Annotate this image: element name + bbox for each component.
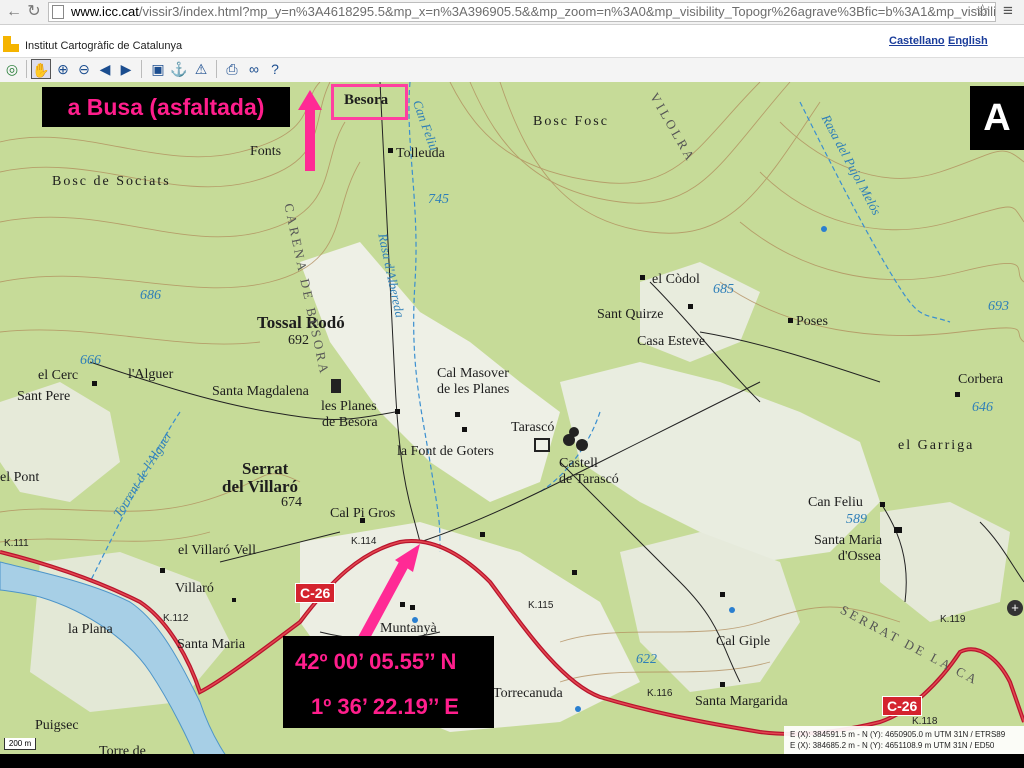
place-corbera: Corbera (958, 372, 1004, 387)
height-622: 622 (636, 652, 657, 667)
place-alguer: l'Alguer (128, 367, 174, 382)
place-villaro: Villaró (175, 581, 214, 596)
place-del-villaro: del Villaró (222, 477, 299, 496)
place-villaro-vell: el Villaró Vell (178, 543, 256, 558)
place-fonts: Fonts (250, 144, 282, 159)
place-can-feliu: Can Feliu (808, 495, 863, 510)
place-dossea: d'Ossea (838, 549, 881, 564)
km-marker: K.114 (351, 536, 377, 547)
height-646: 646 (972, 400, 993, 415)
utm-etrs89: E (X): 384591.5 m - N (Y): 4650905.0 m U… (790, 730, 1006, 739)
utm-readout: E (X): 384591.5 m - N (Y): 4650905.0 m U… (784, 726, 1024, 754)
height-685: 685 (713, 282, 734, 297)
km-marker: K.116 (647, 688, 673, 699)
url-input[interactable]: www.icc.cat/vissir3/index.html?mp_y=n%3A… (48, 2, 996, 22)
place-santa-margarida: Santa Margarida (695, 694, 788, 709)
zoom-in-icon[interactable]: ⊕ (53, 59, 73, 79)
toolbar-divider (141, 60, 142, 78)
road-c26-badge: C-26 (295, 583, 336, 603)
tossal-altitude: 692 (288, 333, 309, 348)
anchor-icon[interactable]: ⚓ (169, 59, 189, 79)
place-santa-magdalena: Santa Magdalena (212, 384, 309, 399)
place-el-garriga: el Garriga (898, 438, 975, 453)
place-font-goters: la Font de Goters (397, 444, 494, 459)
place-puigsec: Puigsec (35, 718, 79, 733)
place-muntanya: Muntanyà (380, 621, 437, 636)
link-icon[interactable]: ∞ (244, 59, 264, 79)
coordinates-box: 42º 00’ 05.55’’ N 1º 36’ 22.19’’ E (283, 636, 494, 728)
place-bosc-fosc: Bosc Fosc (533, 114, 609, 129)
place-besora: Besora (344, 92, 389, 108)
save-icon[interactable]: ▣ (148, 59, 168, 79)
place-castell: Castell (559, 456, 598, 471)
place-santa-maria: Santa Maria (177, 637, 246, 652)
url-path: /vissir3/index.html?mp_y=n%3A4618295.5&m… (138, 4, 996, 19)
bottom-strip (0, 754, 1024, 768)
toolbar-divider (216, 60, 217, 78)
serrat-altitude: 674 (281, 495, 302, 510)
utm-ed50: E (X): 384685.2 m - N (Y): 4651108.9 m U… (790, 741, 995, 750)
place-cal-giple: Cal Giple (716, 634, 771, 649)
star-icon[interactable]: ☆ (975, 1, 990, 21)
panel-letter: A (970, 86, 1024, 150)
zoom-out-icon[interactable]: ⊖ (74, 59, 94, 79)
lang-english-link[interactable]: English (948, 35, 988, 47)
place-torrecanuda: Torrecanuda (493, 686, 563, 701)
page-icon (52, 5, 64, 19)
place-bosc-sociats: Bosc de Sociats (52, 174, 171, 189)
place-cal-pi-gros: Cal Pi Gros (330, 506, 396, 521)
menu-icon[interactable]: ≡ (1003, 1, 1013, 21)
icc-logo-icon (3, 36, 19, 52)
road-c26-badge: C-26 (882, 696, 923, 716)
height-686: 686 (140, 288, 161, 303)
place-de-tarasco: de Tarascó (559, 472, 619, 487)
org-name: Institut Cartogràfic de Catalunya (25, 40, 183, 52)
place-casa-esteve: Casa Esteve (637, 334, 706, 349)
print-icon[interactable]: ⎙ (222, 59, 242, 79)
km-marker: K.111 (4, 538, 29, 549)
url-host: www.icc.cat (71, 4, 139, 19)
place-santa-maria-ossea: Santa Maria (814, 533, 883, 548)
place-serrat: Serrat (242, 459, 289, 478)
coord-latitude: 42º 00’ 05.55’’ N (295, 649, 457, 674)
busa-label: a Busa (asfaltada) (42, 87, 290, 127)
previous-icon[interactable]: ◀ (95, 59, 115, 79)
back-icon[interactable]: ← (4, 2, 24, 22)
place-tarasco: Tarascó (511, 420, 555, 435)
place-sant-pere: Sant Pere (17, 389, 71, 404)
next-icon[interactable]: ▶ (116, 59, 136, 79)
place-cal-masover: Cal Masover (437, 366, 509, 381)
km-marker: K.112 (163, 613, 189, 624)
place-tossal-rodo: Tossal Rodó (257, 313, 345, 332)
coord-longitude: 1º 36’ 22.19’’ E (311, 694, 459, 719)
pan-hand-icon[interactable]: ✋ (31, 59, 51, 79)
besora-highlight: Besora (331, 84, 408, 120)
topographic-map[interactable]: Bosc Fosc Fonts Tolleuda Bosc de Sociats… (0, 82, 1024, 768)
help-icon[interactable]: ? (265, 59, 285, 79)
overview-icon[interactable]: ◎ (2, 59, 22, 79)
place-el-pont: el Pont (0, 470, 40, 485)
place-de-besora: de Besora (322, 415, 378, 430)
height-693: 693 (988, 299, 1009, 314)
height-666: 666 (80, 353, 101, 368)
height-589: 589 (846, 512, 867, 527)
height-745: 745 (428, 192, 449, 207)
place-sant-quirze: Sant Quirze (597, 307, 664, 322)
place-de-les-planes: de les Planes (437, 382, 510, 397)
place-el-codol: el Còdol (652, 272, 700, 287)
zoom-plus-button[interactable]: + (1007, 600, 1023, 616)
km-marker: K.115 (528, 600, 554, 611)
toolbar-divider (26, 60, 27, 78)
warning-icon[interactable]: ⚠ (191, 59, 211, 79)
place-la-plana: la Plana (68, 622, 113, 637)
lang-castellano-link[interactable]: Castellano (889, 35, 945, 47)
reload-icon[interactable]: ↻ (24, 2, 44, 22)
place-el-cerc: el Cerc (38, 368, 79, 383)
km-marker: K.119 (940, 614, 966, 625)
scale-bar: 200 m (4, 738, 36, 750)
place-poses: Poses (796, 314, 828, 329)
place-les-planes: les Planes (321, 399, 377, 414)
